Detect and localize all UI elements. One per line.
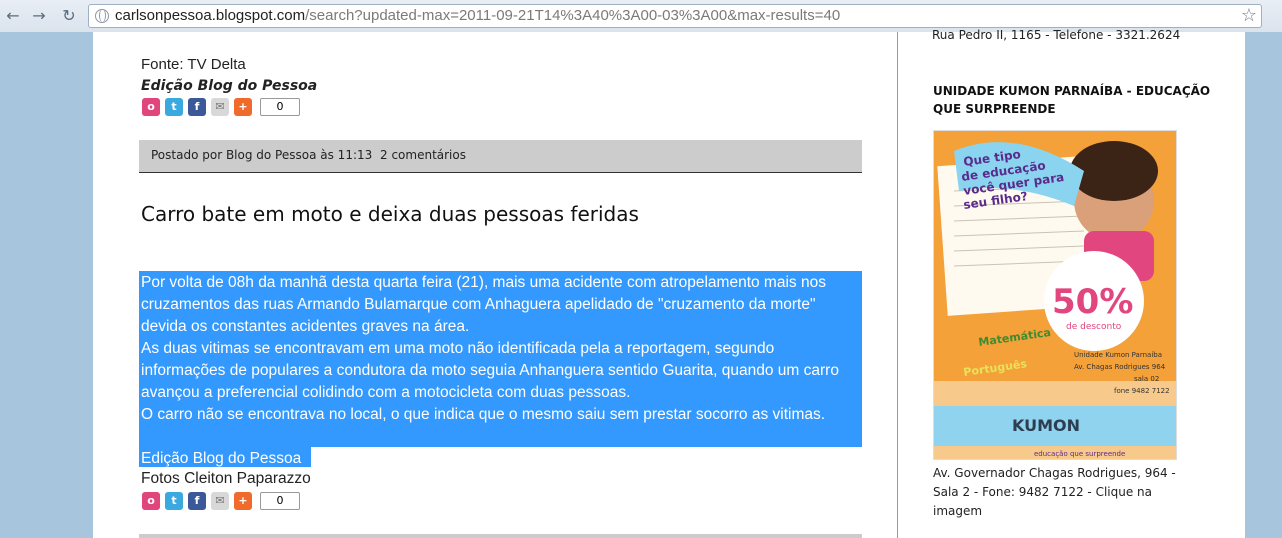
ad-discount-sub: de desconto [1066,322,1122,332]
address-bar[interactable]: carlsonpessoa.blogspot.com/search?update… [88,4,1262,28]
post-line: O carro não se encontrava no local, o qu… [141,406,826,423]
share-count[interactable]: 0 [260,492,300,510]
post-line: Edição Blog do Pessoa [141,450,302,467]
post-line: informações de populares a condutora da … [141,362,839,379]
ad-discount: 50% [1052,282,1133,322]
post-line: cruzamentos das ruas Armando Bulamarque … [141,296,816,313]
twitter-icon[interactable]: t [165,98,183,116]
photo-credit: Fotos Cleiton Paparazzo [141,470,311,487]
post-line: As duas vitimas se encontravam em uma mo… [141,340,775,357]
ad-unit: Unidade Kumon Parnaíba [1074,351,1162,359]
kumon-heading: UNIDADE KUMON PARNAÍBA - EDUCAÇÃO QUE SU… [933,84,1211,116]
ad-phone: fone 9482 7122 [1114,387,1170,395]
post-footer: Postado por Blog do Pessoa às 11:13 2 co… [139,140,862,173]
twitter-icon[interactable]: t [165,492,183,510]
email-icon[interactable]: ✉ [211,98,229,116]
post-title[interactable]: Carro bate em moto e deixa duas pessoas … [141,202,639,226]
orkut-icon[interactable]: o [142,492,160,510]
post-line: avançou a preferencial colidindo com a m… [141,384,631,401]
sidebar-divider [897,32,898,538]
ad-tagline: educação que surpreende [1034,450,1125,458]
kumon-ad-graphic: Que tipo de educação você quer para seu … [934,131,1176,459]
orkut-icon[interactable]: o [142,98,160,116]
share-count[interactable]: 0 [260,98,300,116]
bookmark-star-icon[interactable]: ☆ [1241,5,1257,26]
posted-by[interactable]: Postado por Blog do Pessoa às 11:13 [151,148,372,162]
post-line: devida os constantes acidentes graves na… [141,318,470,335]
back-arrow-icon[interactable]: ← [2,5,24,27]
ad-street: Av. Chagas Rodrigues 964 [1074,363,1166,371]
facebook-icon[interactable]: f [188,492,206,510]
forward-arrow-icon[interactable]: → [28,5,50,27]
addthis-icon[interactable]: + [234,492,252,510]
ad-brand: KUMON [1012,416,1080,435]
reload-icon[interactable]: ↻ [58,5,80,27]
page-left-background [0,32,93,538]
globe-icon [95,9,109,23]
facebook-icon[interactable]: f [188,98,206,116]
addthis-icon[interactable]: + [234,98,252,116]
source-line: Fonte: TV Delta [141,56,246,73]
edited-by-line: Edição Blog do Pessoa [141,78,318,94]
post-footer-next [139,534,862,538]
ad-room: sala 02 [1134,375,1159,383]
kumon-ad-image[interactable]: Que tipo de educação você quer para seu … [933,130,1177,460]
sidebar-address: Rua Pedro II, 1165 - Telefone - 3321.262… [932,28,1181,42]
post-body: Por volta de 08h da manhã desta quarta f… [141,272,863,470]
email-icon[interactable]: ✉ [211,492,229,510]
post-line: Por volta de 08h da manhã desta quarta f… [141,274,826,291]
post-line [141,426,863,448]
kumon-caption[interactable]: Av. Governador Chagas Rodrigues, 964 - S… [933,464,1203,521]
comments-link[interactable]: 2 comentários [380,148,466,162]
page-right-background [1245,32,1282,538]
url-text: carlsonpessoa.blogspot.com/search?update… [115,7,841,24]
